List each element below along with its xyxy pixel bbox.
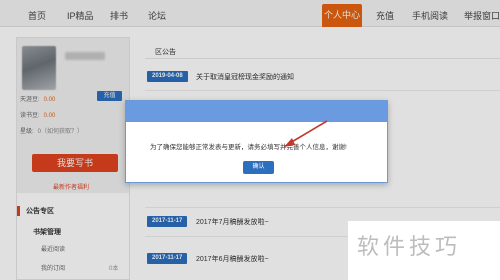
dialog-message: 为了确保您能够正常发表与更新，请务必填写并完善个人信息，谢谢! (150, 144, 347, 151)
confirm-button[interactable]: 确认 (243, 161, 274, 174)
info-dialog: 为了确保您能够正常发表与更新，请务必填写并完善个人信息，谢谢! 确认 (125, 100, 388, 183)
dialog-header (126, 101, 387, 122)
watermark-text: 软件技巧 (357, 235, 462, 260)
